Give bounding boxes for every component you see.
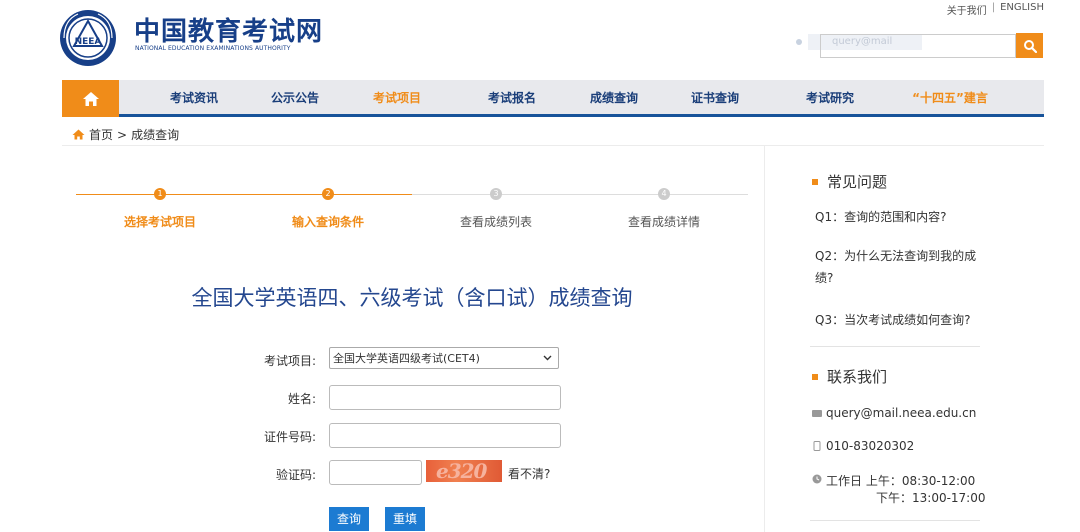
search-button[interactable] xyxy=(1016,33,1043,58)
name-label: 姓名: xyxy=(287,392,316,406)
neea-logo-icon[interactable]: NEEA xyxy=(58,8,118,68)
chevron-down-icon xyxy=(543,355,552,361)
reset-button[interactable]: 重填 xyxy=(385,507,426,531)
faq-heading: 常见问题 xyxy=(812,171,887,192)
id-number-input[interactable] xyxy=(329,423,561,448)
faq-item-3[interactable]: Q3：当次考试成绩如何查询? xyxy=(815,309,980,331)
nav-item-certificate-query[interactable]: 证书查询 xyxy=(691,80,739,117)
search-input[interactable] xyxy=(820,34,1016,58)
submit-button[interactable]: 查询 xyxy=(329,507,370,531)
square-bullet-icon xyxy=(812,373,818,380)
id-number-label: 证件号码: xyxy=(263,430,316,444)
faq-item-2[interactable]: Q2：为什么无法查询到我的成绩? xyxy=(815,245,980,289)
top-links: 关于我们 | ENGLISH xyxy=(947,2,1044,17)
exam-select-value: 全国大学英语四级考试(CET4) xyxy=(333,352,480,365)
site-subtitle: NATIONAL EDUCATION EXAMINATIONS AUTHORIT… xyxy=(135,45,291,52)
faq-title: 常见问题 xyxy=(827,173,888,191)
contact-title: 联系我们 xyxy=(827,368,888,386)
nav-item-notices[interactable]: 公示公告 xyxy=(271,80,319,117)
nav-item-exam-projects[interactable]: 考试项目 xyxy=(373,80,421,117)
main-nav: 考试资讯 公示公告 考试项目 考试报名 成绩查询 证书查询 考试研究 “十四五”… xyxy=(62,80,1044,117)
contact-heading: 联系我们 xyxy=(812,366,887,387)
contact-email[interactable]: query@mail.neea.edu.cn xyxy=(812,406,976,420)
header-divider xyxy=(62,145,1044,146)
square-bullet-icon xyxy=(812,178,818,185)
captcha-label: 验证码: xyxy=(275,468,316,482)
step-2-circle: 2 xyxy=(322,188,334,200)
step-4-label: 查看成绩详情 xyxy=(627,215,701,229)
site-title[interactable]: 中国教育考试网 xyxy=(134,11,323,48)
steps-pending-line xyxy=(412,194,748,195)
nav-item-news[interactable]: 考试资讯 xyxy=(170,80,218,117)
search-icon xyxy=(1023,39,1037,53)
breadcrumb-home[interactable]: 首页 xyxy=(89,126,113,143)
nav-item-registration[interactable]: 考试报名 xyxy=(488,80,536,117)
hours-morning: 工作日 上午：08:30-12:00 xyxy=(826,474,976,488)
captcha-image[interactable]: e320 xyxy=(426,460,502,482)
clock-icon xyxy=(812,474,822,484)
faq-item-1[interactable]: Q1：查询的范围和内容? xyxy=(815,206,980,228)
step-3-label: 查看成绩列表 xyxy=(459,215,533,229)
sidebar-divider-1 xyxy=(810,346,980,347)
captcha-input[interactable] xyxy=(329,460,422,485)
steps-progress-line xyxy=(76,194,412,195)
breadcrumb-separator: > xyxy=(117,127,128,142)
form-title: 全国大学英语四、六级考试（含口试）成绩查询 xyxy=(191,286,633,310)
phone-icon xyxy=(813,441,821,451)
nav-item-score-query[interactable]: 成绩查询 xyxy=(590,80,638,117)
nav-home-button[interactable] xyxy=(62,80,119,117)
nav-item-14th-five-year[interactable]: “十四五”建言 xyxy=(912,80,988,117)
contact-phone: 010-83020302 xyxy=(812,439,914,453)
contact-hours-text: 工作日 上午：08:30-12:00 下午：13:00-17:00 xyxy=(826,472,986,506)
step-3-circle: 3 xyxy=(490,188,502,200)
nav-item-research[interactable]: 考试研究 xyxy=(806,80,854,117)
exam-label: 考试项目: xyxy=(263,354,316,368)
logo-seal-text: NEEA xyxy=(75,37,102,47)
exam-select[interactable]: 全国大学英语四级考试(CET4) xyxy=(329,347,559,369)
search-ghost-icon xyxy=(796,39,802,45)
contact-phone-text: 010-83020302 xyxy=(826,439,915,453)
home-icon xyxy=(72,129,85,140)
captcha-refresh-link[interactable]: 看不清? xyxy=(508,465,550,482)
step-2-label: 输入查询条件 xyxy=(291,215,365,229)
top-links-separator: | xyxy=(991,2,996,13)
mail-icon xyxy=(812,410,822,417)
english-link[interactable]: ENGLISH xyxy=(1000,2,1044,17)
sidebar-divider-2 xyxy=(810,520,980,521)
sidebar-divider xyxy=(764,146,765,532)
contact-hours: 工作日 上午：08:30-12:00 下午：13:00-17:00 xyxy=(812,472,986,506)
hours-afternoon: 下午：13:00-17:00 xyxy=(876,491,986,505)
step-1-label[interactable]: 选择考试项目 xyxy=(124,213,196,230)
captcha-image-text: e320 xyxy=(436,460,487,482)
about-link[interactable]: 关于我们 xyxy=(947,2,987,17)
name-input[interactable] xyxy=(329,385,561,410)
home-icon xyxy=(82,91,99,106)
breadcrumb-current: 成绩查询 xyxy=(131,128,180,142)
step-1-circle: 1 xyxy=(154,188,166,200)
contact-email-text: query@mail.neea.edu.cn xyxy=(826,406,977,420)
breadcrumb: 首页 > 成绩查询 xyxy=(72,126,179,143)
step-4-circle: 4 xyxy=(658,188,670,200)
